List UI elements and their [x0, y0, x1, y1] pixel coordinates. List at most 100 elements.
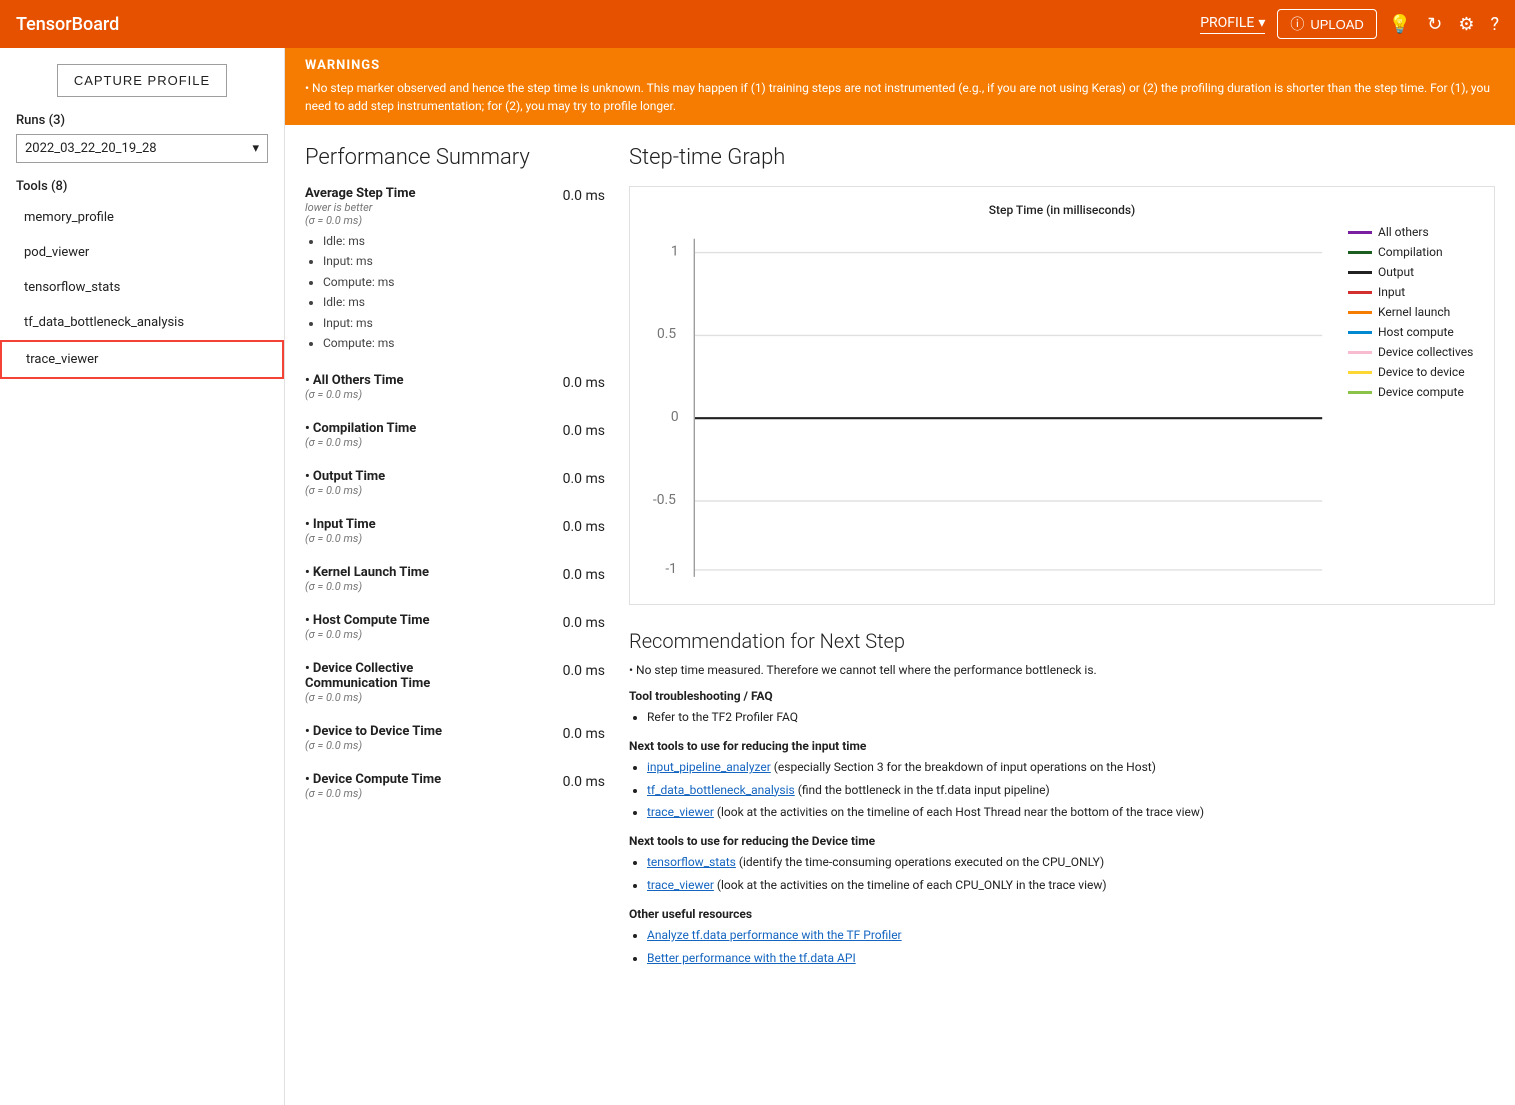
legend-label: Kernel launch — [1378, 305, 1450, 319]
tf-data-link[interactable]: tf_data_bottleneck_analysis — [647, 783, 795, 797]
perf-item-label: • Compilation Time — [305, 421, 416, 436]
profile-select[interactable]: PROFILE ▾ — [1200, 15, 1265, 34]
trace-viewer-link-input[interactable]: trace_viewer — [647, 805, 714, 819]
perf-item-value: 0.0 ms — [563, 774, 605, 790]
better-performance-link[interactable]: Better performance with the tf.data API — [647, 951, 856, 965]
tools-list: memory_profile pod_viewer tensorflow_sta… — [0, 200, 284, 379]
breakdown-item: Compute: ms — [323, 272, 605, 292]
legend-device-collectives: Device collectives — [1348, 345, 1478, 359]
breakdown-item: Idle: ms — [323, 292, 605, 312]
legend-label: All others — [1378, 225, 1429, 239]
legend-label: Input — [1378, 285, 1405, 299]
perf-item-value: 0.0 ms — [563, 519, 605, 535]
breakdown-item: Input: ms — [323, 313, 605, 333]
rec-better-performance: Better performance with the tf.data API — [647, 948, 1495, 968]
chart-legend: All others Compilation Output — [1348, 225, 1478, 588]
perf-summary-title: Performance Summary — [305, 145, 605, 170]
capture-profile-button[interactable]: CAPTURE PROFILE — [57, 64, 227, 97]
warnings-title: WARNINGS — [305, 58, 1495, 73]
legend-swatch — [1348, 231, 1372, 234]
rec-tensorflow-stats: tensorflow_stats (identify the time-cons… — [647, 852, 1495, 872]
device-title: Next tools to use for reducing the Devic… — [629, 834, 1495, 848]
topbar: TensorBoard PROFILE ▾ ⓘ UPLOAD 💡 ↻ ⚙ ? — [0, 0, 1515, 48]
perf-item-label: • Device to Device Time — [305, 724, 442, 739]
legend-swatch — [1348, 291, 1372, 294]
legend-swatch — [1348, 371, 1372, 374]
perf-item-label: • Output Time — [305, 469, 385, 484]
sidebar: CAPTURE PROFILE Runs (3) 2022_03_22_20_1… — [0, 48, 285, 1105]
runs-select[interactable]: 2022_03_22_20_19_28 ▾ — [16, 134, 268, 163]
sidebar-item-tf_data_bottleneck_analysis[interactable]: tf_data_bottleneck_analysis — [0, 305, 284, 340]
input-pipeline-link[interactable]: input_pipeline_analyzer — [647, 760, 771, 774]
svg-text:1: 1 — [671, 243, 679, 259]
input-tools-list: input_pipeline_analyzer (especially Sect… — [629, 757, 1495, 822]
trace-viewer-link-device[interactable]: trace_viewer — [647, 878, 714, 892]
svg-text:-0.5: -0.5 — [653, 492, 676, 508]
profile-label: PROFILE — [1200, 15, 1254, 31]
legend-device-compute: Device compute — [1348, 385, 1478, 399]
tools-label: Tools (8) — [0, 179, 284, 200]
rec-trace-viewer-input: trace_viewer (look at the activities on … — [647, 802, 1495, 822]
graph-container: Step Time (in milliseconds) 1 0.5 0 -0.5… — [629, 186, 1495, 605]
perf-item-sub: (σ = 0.0 ms) — [305, 628, 430, 641]
legend-label: Device to device — [1378, 365, 1465, 379]
perf-all-others: • All Others Time (σ = 0.0 ms) 0.0 ms — [305, 373, 605, 401]
help-icon[interactable]: ? — [1490, 14, 1499, 35]
rec-trace-viewer-device: trace_viewer (look at the activities on … — [647, 875, 1495, 895]
legend-swatch — [1348, 311, 1372, 314]
warnings-banner: WARNINGS • No step marker observed and h… — [285, 48, 1515, 125]
legend-input: Input — [1348, 285, 1478, 299]
sidebar-item-trace_viewer[interactable]: trace_viewer — [0, 340, 284, 379]
avg-step-time-sub1: lower is better — [305, 201, 416, 214]
perf-device-to-device: • Device to Device Time (σ = 0.0 ms) 0.0… — [305, 724, 605, 752]
perf-item-sub: (σ = 0.0 ms) — [305, 787, 441, 800]
upload-label: UPLOAD — [1310, 17, 1363, 32]
other-title: Other useful resources — [629, 907, 1495, 921]
svg-text:0: 0 — [671, 409, 679, 425]
legend-label: Device collectives — [1378, 345, 1473, 359]
sidebar-item-pod_viewer[interactable]: pod_viewer — [0, 235, 284, 270]
main-content: WARNINGS • No step marker observed and h… — [285, 48, 1515, 1105]
tool-faq-list: Refer to the TF2 Profiler FAQ — [629, 707, 1495, 727]
upload-button[interactable]: ⓘ UPLOAD — [1277, 9, 1376, 39]
legend-host-compute: Host compute — [1348, 325, 1478, 339]
settings-icon[interactable]: ⚙ — [1458, 14, 1474, 35]
lightbulb-icon[interactable]: 💡 — [1389, 14, 1411, 35]
rec-tf-data: tf_data_bottleneck_analysis (find the bo… — [647, 780, 1495, 800]
input-title: Next tools to use for reducing the input… — [629, 739, 1495, 753]
performance-summary: Performance Summary Average Step Time lo… — [305, 145, 605, 970]
device-tools-list: tensorflow_stats (identify the time-cons… — [629, 852, 1495, 895]
step-time-graph-title: Step-time Graph — [629, 145, 1495, 170]
sidebar-item-tensorflow_stats[interactable]: tensorflow_stats — [0, 270, 284, 305]
step-time-graph-section: Step-time Graph Step Time (in millisecon… — [629, 145, 1495, 605]
perf-item-sub: (σ = 0.0 ms) — [305, 691, 430, 704]
tensorflow-stats-link[interactable]: tensorflow_stats — [647, 855, 736, 869]
chevron-down-icon: ▾ — [1258, 15, 1265, 31]
info-icon: ⓘ — [1290, 14, 1304, 34]
svg-text:0.5: 0.5 — [657, 326, 676, 342]
avg-step-time-value: 0.0 ms — [563, 188, 605, 204]
svg-text:-1: -1 — [665, 561, 677, 577]
graph-area: 1 0.5 0 -0.5 -1 — [646, 225, 1478, 588]
legend-compilation: Compilation — [1348, 245, 1478, 259]
perf-item-label: • All Others Time — [305, 373, 404, 388]
analyze-tfdata-link[interactable]: Analyze tf.data performance with the TF … — [647, 928, 902, 942]
legend-swatch — [1348, 331, 1372, 334]
breakdown-item: Input: ms — [323, 251, 605, 271]
perf-item-label: • Host Compute Time — [305, 613, 430, 628]
perf-kernel-launch: • Kernel Launch Time (σ = 0.0 ms) 0.0 ms — [305, 565, 605, 593]
refresh-icon[interactable]: ↻ — [1427, 14, 1442, 35]
avg-step-time-label: Average Step Time — [305, 186, 416, 201]
legend-kernel-launch: Kernel launch — [1348, 305, 1478, 319]
rec-analyze-tfdata: Analyze tf.data performance with the TF … — [647, 925, 1495, 945]
legend-label: Device compute — [1378, 385, 1464, 399]
perf-item-value: 0.0 ms — [563, 663, 605, 679]
perf-compilation: • Compilation Time (σ = 0.0 ms) 0.0 ms — [305, 421, 605, 449]
legend-label: Output — [1378, 265, 1414, 279]
tool-faq-title: Tool troubleshooting / FAQ — [629, 689, 1495, 703]
sidebar-item-memory_profile[interactable]: memory_profile — [0, 200, 284, 235]
runs-label: Runs (3) — [0, 113, 284, 134]
perf-item-sub: (σ = 0.0 ms) — [305, 532, 376, 545]
perf-input: • Input Time (σ = 0.0 ms) 0.0 ms — [305, 517, 605, 545]
legend-label: Host compute — [1378, 325, 1454, 339]
